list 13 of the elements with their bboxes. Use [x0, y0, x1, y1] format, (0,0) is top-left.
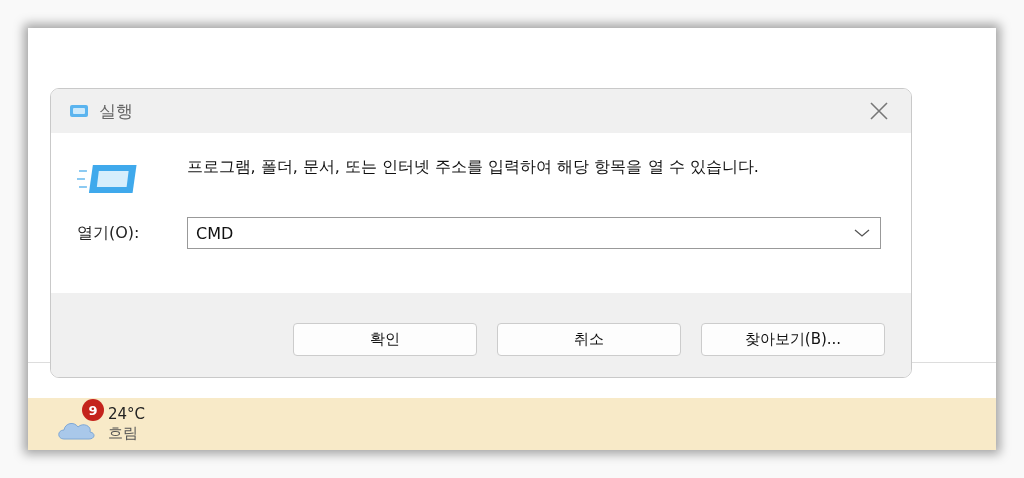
dialog-button[interactable]: 확인 [293, 322, 477, 356]
window-title: 실행 [99, 99, 134, 123]
weather-condition-text: 흐림 [108, 423, 139, 443]
dialog-button[interactable]: 취소 [497, 322, 681, 356]
run-icon [69, 104, 89, 118]
dialog-button[interactable]: 찾아보기(B)... [701, 322, 885, 356]
close-icon[interactable] [869, 101, 889, 121]
notification-badge: 9 [82, 399, 104, 421]
chevron-down-icon[interactable] [854, 228, 870, 238]
open-combo-box[interactable]: CMD [187, 217, 881, 249]
description-text: 프로그램, 폴더, 문서, 또는 인터넷 주소를 입력하여 해당 항목을 열 수 있습니다. [186, 156, 760, 178]
open-label: 열기(O): [77, 222, 141, 244]
temperature-text: 24°C [108, 405, 146, 423]
